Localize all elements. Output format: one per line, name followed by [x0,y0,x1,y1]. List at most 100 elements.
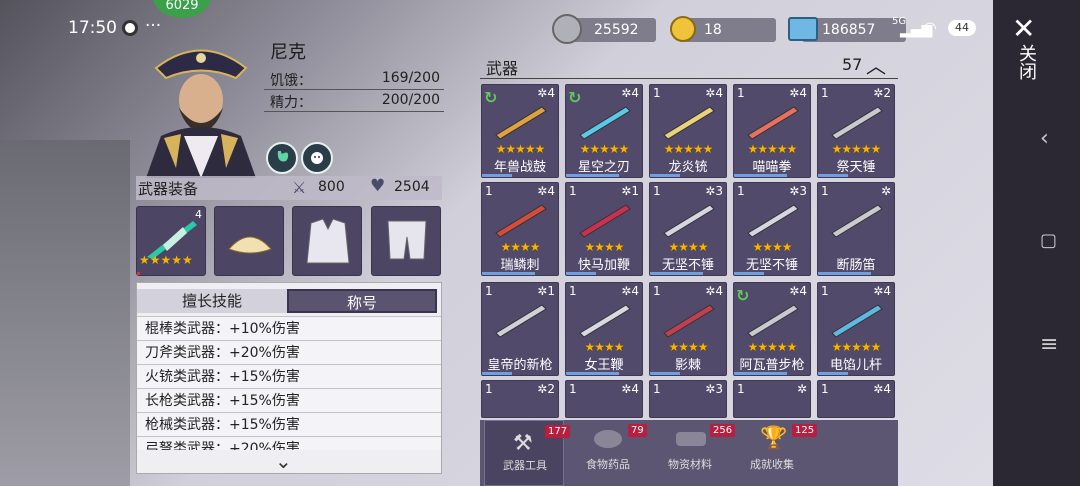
gear-icon: ✲ [789,184,800,198]
weapon-card[interactable]: 1 ✲3 ★★★★ 无坚不锤 [733,182,811,276]
equip-slot-coat[interactable] [292,206,362,276]
weapon-durability-bar [734,272,765,275]
weapon-level: 1 [653,184,661,198]
hunger-stat: 饥饿： 169/200 [264,68,444,90]
weapon-name: 影棘 [674,358,701,373]
weapon-card[interactable]: 1 ✲3 [649,380,727,418]
weapon-slot-stars: ★★★★★ [139,253,193,267]
camera-value: 186857 [822,22,876,38]
weapon-card[interactable]: 1 ✲ [733,380,811,418]
skill-row: 刀斧类武器：+20%伤害 [137,340,441,364]
weapon-star-level: ✲3 [705,382,723,396]
weapon-image [831,106,883,140]
weapon-card[interactable]: 1 ✲4 ★★★★★ 电馅儿杆 [817,282,895,376]
weapon-card[interactable]: 1 ✲ 断肠笛 [817,182,895,276]
hunger-value: 169/200 [381,70,440,86]
weapon-slot-marker [137,272,140,275]
tab-food-medicine[interactable]: 79 食物药品 [568,420,648,486]
skill-row: 长枪类武器：+15%伤害 [137,388,441,412]
weapon-stars: ★★★★★ [747,142,798,156]
close-icon[interactable]: ✕ [1012,12,1035,45]
weapon-durability-bar [650,272,704,275]
camera-icon [788,17,818,41]
energy-stat: 精力： 200/200 [264,90,444,112]
weapon-image [747,304,799,338]
energy-value: 200/200 [381,92,440,108]
food-icon [594,430,622,448]
weapon-image [579,106,631,140]
weapon-star-level: ✲3 [789,184,807,198]
weapon-durability-bar [734,174,788,177]
weapon-name: 瑞鳞刺 [500,258,540,273]
weapon-stars: ★★★★★ [747,340,798,354]
weapon-name: 女王鞭 [584,358,624,373]
menu-icon[interactable]: ≡ [1040,332,1058,357]
equip-slot-weapon[interactable]: 4 ★★★★★ [136,206,206,276]
weapon-level: 1 [737,382,745,396]
weapon-card[interactable]: 1 ✲1 皇帝的新枪 [481,282,559,376]
weapon-name: 断肠笛 [836,258,876,273]
back-icon[interactable]: ‹ [1040,126,1049,151]
gold-value: 18 [704,22,722,38]
close-label[interactable]: 关闭 [1013,44,1039,80]
tab-count: 79 [628,424,647,437]
equip-slot-hat[interactable] [214,206,284,276]
weapon-name: 快马加鞭 [577,258,630,273]
chevron-down-icon[interactable]: ⌄ [275,449,292,473]
tab-skills[interactable]: 擅长技能 [137,289,287,313]
tab-label: 武器工具 [503,459,547,472]
tab-materials[interactable]: 256 物资材料 [650,420,736,486]
weapon-star-level: ✲ [797,382,807,396]
weapon-card[interactable]: 1 ✲2 ★★★★★ 祭天锤 [817,84,895,178]
weapon-level: 1 [653,284,661,298]
weapon-card[interactable]: 1 ✲4 ★★★★ 影棘 [649,282,727,376]
weapon-card[interactable]: 1 ✲4 ★★★★★ 喵喵拳 [733,84,811,178]
equipment-header: 武器装备 ⚔ 800 ♥ 2504 [136,176,442,200]
chevron-up-icon[interactable]: ︿ [866,50,886,79]
tab-achievements[interactable]: 125 🏆 成就收集 [732,420,818,486]
weapon-level: 1 [653,382,661,396]
weapon-stars: ★★★★★ [579,142,630,156]
weapon-card[interactable]: 1 ✲4 ★★★★★ 龙炎铳 [649,84,727,178]
weapon-star-level: ✲1 [621,184,639,198]
tab-weapons-tools[interactable]: 177 ⚒ 武器工具 [484,420,571,486]
weapon-card[interactable]: 1 ✲4 [565,380,643,418]
weapon-star-level: ✲4 [621,284,639,298]
wifi-icon: ◠ [923,18,937,37]
gear-icon: ✲ [705,284,716,298]
weapon-card[interactable]: 1 ✲4 ★★★★ 瑞鳞刺 [481,182,559,276]
gear-icon: ✲ [873,382,884,396]
home-icon[interactable]: ▢ [1040,230,1057,251]
gold-resource[interactable]: 18 [684,18,776,42]
weapon-image [663,304,715,338]
gear-icon: ✲ [705,382,716,396]
weapon-card[interactable]: 1 ✲4 ★★★★ 女王鞭 [565,282,643,376]
hero-name: 尼克 [270,42,306,63]
weapon-durability-bar [734,372,788,375]
skills-panel: 擅长技能 称号 棍棒类武器：+10%伤害 刀斧类武器：+20%伤害 火铳类武器：… [136,282,442,474]
mood-status-icon[interactable] [301,142,333,174]
weapon-card[interactable]: 1 ✲3 ★★★★ 无坚不锤 [649,182,727,276]
weapon-card[interactable]: 1 ✲1 ★★★★ 快马加鞭 [565,182,643,276]
tab-titles[interactable]: 称号 [287,289,437,313]
bottom-tabs: 177 ⚒ 武器工具 79 食物药品 256 物资材料 125 🏆 成就收集 [480,420,898,486]
weapon-name: 祭天锤 [836,160,876,175]
energy-label: 精力： [270,95,312,111]
weapon-card[interactable]: 1 ✲4 [817,380,895,418]
axe-icon: ⚒ [513,431,533,456]
clock-status-icon [122,20,138,36]
weapon-star-level: ✲2 [537,382,555,396]
weapon-star-level: ✲1 [537,284,555,298]
weapon-durability-bar [818,272,872,275]
weapon-card[interactable]: ↻ ✲4 ★★★★★ 星空之刃 [565,84,643,178]
weapon-card[interactable]: ↻ ✲4 ★★★★★ 年兽战鼓 [481,84,559,178]
weapon-durability-bar [650,372,681,375]
logs-icon [676,432,706,446]
weapon-name: 喵喵拳 [752,160,792,175]
gold-coin-icon [670,16,696,42]
weapon-card[interactable]: 1 ✲2 [481,380,559,418]
stomach-status-icon[interactable] [266,142,298,174]
tab-label: 食物药品 [586,458,630,471]
weapon-card[interactable]: ↻ ✲4 ★★★★★ 阿瓦普步枪 [733,282,811,376]
equip-slot-pants[interactable] [371,206,441,276]
